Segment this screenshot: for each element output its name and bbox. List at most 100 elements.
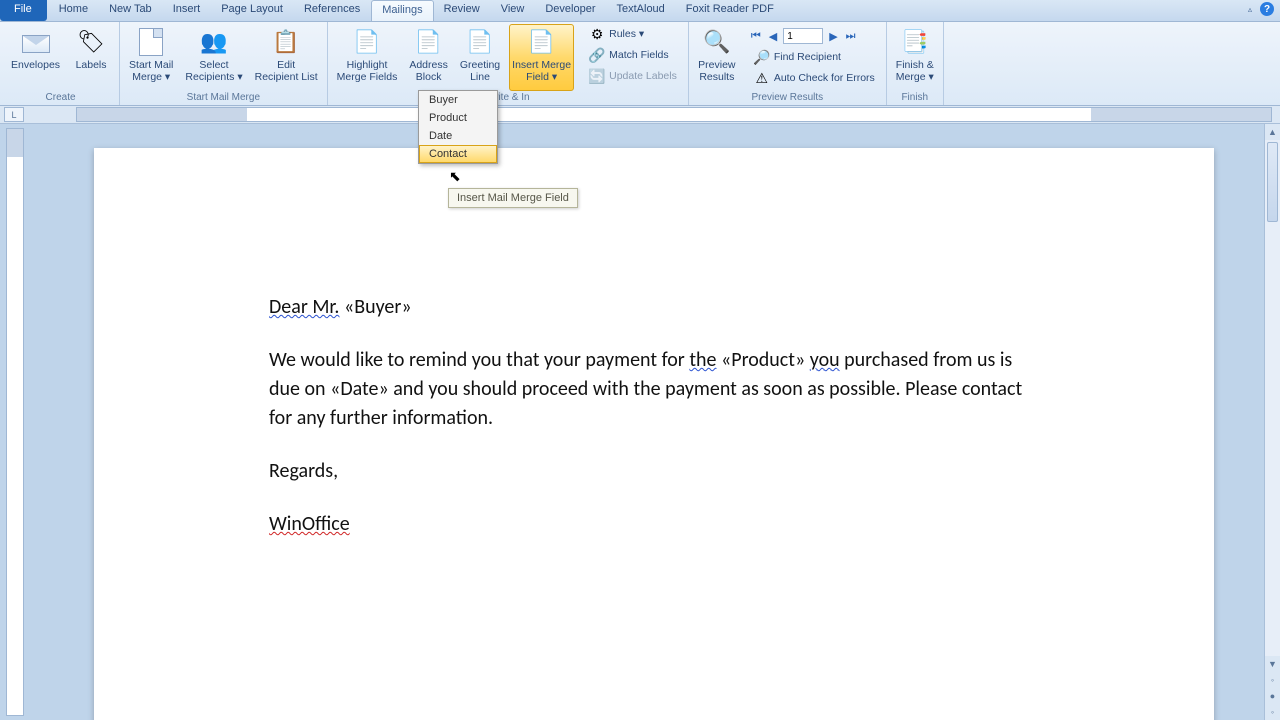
insert-merge-field-label: Insert Merge Field ▾ [512, 59, 571, 83]
prev-page-button[interactable]: ◦ [1265, 672, 1280, 688]
menu-item-product[interactable]: Product [419, 109, 497, 127]
regards-line: Regards, [269, 457, 1039, 486]
tab-page-layout[interactable]: Page Layout [211, 0, 294, 21]
envelope-icon [21, 27, 51, 57]
greeting-line-button[interactable]: 📄 Greeting Line [457, 24, 503, 91]
prev-record-button[interactable]: ◀ [767, 30, 779, 43]
preview-results-icon: 🔍 [702, 27, 732, 57]
edit-recipient-list-label: Edit Recipient List [255, 59, 318, 83]
highlight-merge-fields-button[interactable]: 📄 Highlight Merge Fields [334, 24, 401, 91]
update-labels-button: 🔄 Update Labels [584, 66, 682, 86]
tooltip-insert-merge-field: Insert Mail Merge Field [448, 188, 578, 208]
greeting-buyer-field: «Buyer» [344, 295, 412, 319]
first-record-button[interactable]: ⏮ [749, 30, 763, 43]
find-recipient-label: Find Recipient [774, 51, 841, 63]
select-recipients-label: Select Recipients ▾ [185, 59, 242, 83]
group-write-insert: 📄 Highlight Merge Fields 📄 Address Block… [328, 22, 689, 105]
address-block-label: Address Block [409, 59, 448, 83]
scroll-thumb[interactable] [1267, 142, 1278, 222]
edit-recipient-list-icon: 📋 [271, 27, 301, 57]
signature-line: WinOffice [269, 510, 1039, 539]
envelopes-label: Envelopes [11, 59, 60, 71]
scroll-down-button[interactable]: ▼ [1265, 656, 1280, 672]
find-recipient-button[interactable]: 🔎 Find Recipient [749, 47, 880, 67]
tab-developer[interactable]: Developer [535, 0, 606, 21]
document-page[interactable]: Dear Mr. «Buyer» We would like to remind… [94, 148, 1214, 720]
next-page-button[interactable]: ◦ [1265, 704, 1280, 720]
rules-button[interactable]: ⚙ Rules ▾ [584, 24, 682, 44]
address-block-button[interactable]: 📄 Address Block [406, 24, 451, 91]
document-area: Dear Mr. «Buyer» We would like to remind… [0, 124, 1280, 720]
select-recipients-button[interactable]: 👥 Select Recipients ▾ [182, 24, 245, 91]
group-preview-label: Preview Results [695, 91, 880, 105]
start-mail-merge-button[interactable]: Start Mail Merge ▾ [126, 24, 176, 91]
body-the: the [689, 348, 716, 372]
match-fields-button[interactable]: 🔗 Match Fields [584, 45, 682, 65]
tab-view[interactable]: View [491, 0, 536, 21]
address-block-icon: 📄 [414, 27, 444, 57]
next-record-button[interactable]: ▶ [827, 30, 839, 43]
horizontal-ruler[interactable] [76, 107, 1272, 122]
insert-merge-field-button[interactable]: 📄 Insert Merge Field ▾ [509, 24, 574, 91]
greeting-line-label: Greeting Line [460, 59, 500, 83]
tab-textaloud[interactable]: TextAloud [606, 0, 675, 21]
tab-review[interactable]: Review [434, 0, 491, 21]
insert-merge-field-icon: 📄 [527, 27, 557, 57]
ruler-row: L [0, 106, 1280, 124]
help-icon[interactable]: ? [1260, 2, 1274, 16]
minimize-ribbon-icon[interactable]: ▵ [1248, 5, 1252, 14]
vertical-ruler[interactable] [6, 128, 24, 716]
labels-label: Labels [76, 59, 107, 71]
edit-recipient-list-button[interactable]: 📋 Edit Recipient List [252, 24, 321, 91]
insert-merge-field-menu: Buyer Product Date Contact [418, 90, 498, 164]
group-finish: 📑 Finish & Merge ▾ Finish [887, 22, 944, 105]
preview-results-label: Preview Results [698, 59, 735, 83]
group-start-mail-merge: Start Mail Merge ▾ 👥 Select Recipients ▾… [120, 22, 328, 105]
select-recipients-icon: 👥 [199, 27, 229, 57]
finish-merge-icon: 📑 [900, 27, 930, 57]
group-create-label: Create [8, 91, 113, 105]
group-start-label: Start Mail Merge [126, 91, 321, 105]
match-fields-label: Match Fields [609, 49, 669, 61]
body-date-field: «Date» [330, 377, 389, 401]
tab-mailings[interactable]: Mailings [371, 0, 433, 21]
record-number-input[interactable] [783, 28, 823, 44]
envelopes-button[interactable]: Envelopes [8, 24, 63, 91]
signature-text: WinOffice [269, 512, 350, 536]
group-create: Envelopes 🏷 Labels Create [2, 22, 120, 105]
auto-check-errors-button[interactable]: ⚠ Auto Check for Errors [749, 68, 880, 88]
browse-object-button[interactable]: ● [1265, 688, 1280, 704]
greeting-prefix: Dear Mr. [269, 295, 339, 319]
scroll-up-button[interactable]: ▲ [1265, 124, 1280, 140]
tab-references[interactable]: References [294, 0, 371, 21]
tab-insert[interactable]: Insert [163, 0, 212, 21]
highlight-label: Highlight Merge Fields [337, 59, 398, 83]
menu-item-date[interactable]: Date [419, 127, 497, 145]
start-mail-merge-icon [136, 27, 166, 57]
rules-label: Rules ▾ [609, 28, 644, 40]
tab-new-tab[interactable]: New Tab [99, 0, 163, 21]
labels-button[interactable]: 🏷 Labels [69, 24, 113, 91]
scroll-track[interactable] [1265, 140, 1280, 656]
finish-merge-label: Finish & Merge ▾ [896, 59, 934, 83]
vertical-scrollbar[interactable]: ▲ ▼ ◦ ● ◦ [1264, 124, 1280, 720]
body-text-1: We would like to remind you that your pa… [269, 348, 689, 372]
greeting-line-icon: 📄 [465, 27, 495, 57]
body-product-field: «Product» [721, 348, 805, 372]
tab-file[interactable]: File [0, 0, 47, 21]
tab-home[interactable]: Home [49, 0, 99, 21]
find-recipient-icon: 🔎 [754, 49, 770, 65]
menu-item-buyer[interactable]: Buyer [419, 91, 497, 109]
preview-results-button[interactable]: 🔍 Preview Results [695, 24, 739, 91]
rules-icon: ⚙ [589, 26, 605, 42]
tab-selector[interactable]: L [4, 107, 24, 122]
match-fields-icon: 🔗 [589, 47, 605, 63]
finish-merge-button[interactable]: 📑 Finish & Merge ▾ [893, 24, 937, 91]
ribbon-tabs: File Home New Tab Insert Page Layout Ref… [0, 0, 1280, 22]
group-finish-label: Finish [893, 91, 937, 105]
update-labels-label: Update Labels [609, 70, 677, 82]
page-scroll-container[interactable]: Dear Mr. «Buyer» We would like to remind… [24, 124, 1264, 720]
menu-item-contact[interactable]: Contact [419, 145, 497, 163]
tab-foxit[interactable]: Foxit Reader PDF [676, 0, 785, 21]
last-record-button[interactable]: ⏭ [844, 30, 858, 43]
